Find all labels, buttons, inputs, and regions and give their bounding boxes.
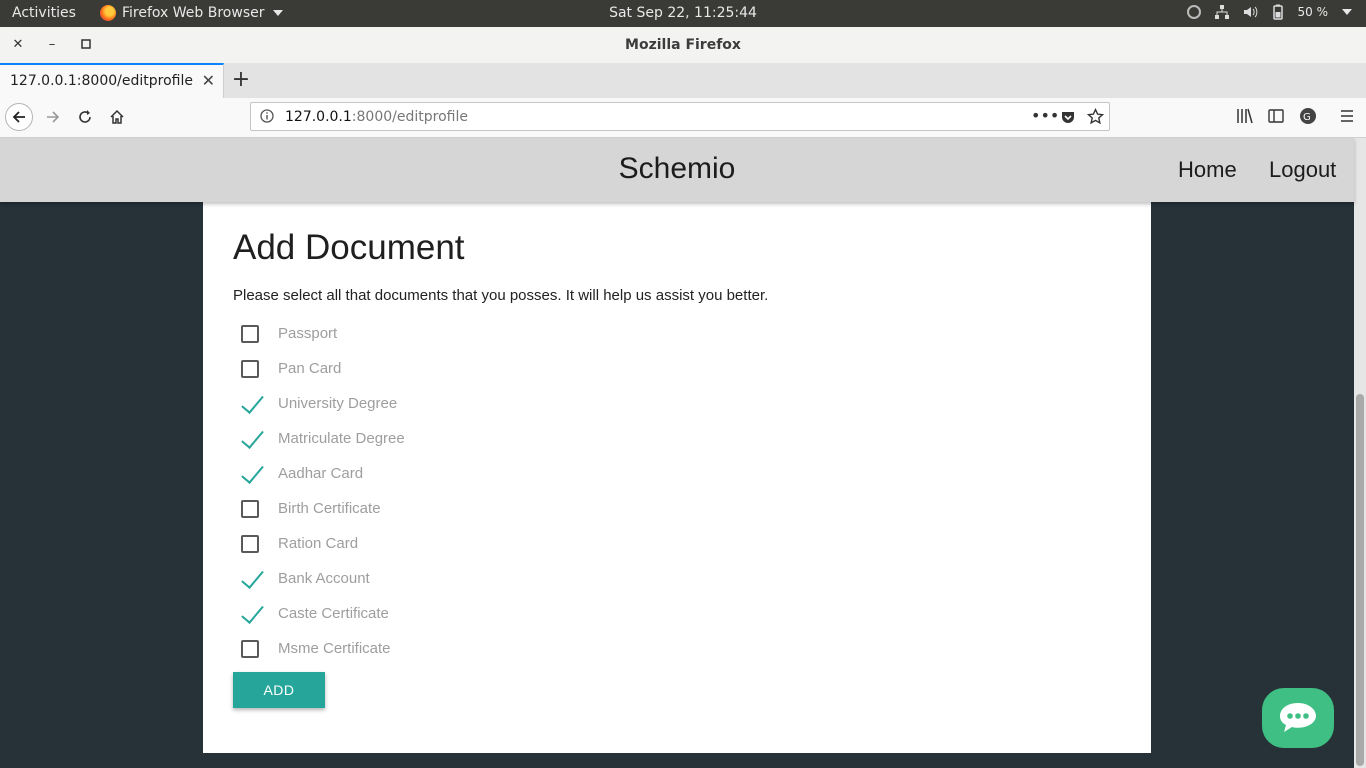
forward-button[interactable] xyxy=(39,103,67,131)
checkbox-checked-icon[interactable] xyxy=(241,605,259,623)
document-option-label: Aadhar Card xyxy=(278,465,364,482)
tab-editprofile[interactable]: 127.0.0.1:8000/editprofile ✕ xyxy=(0,63,224,98)
document-option-label: Caste Certificate xyxy=(278,605,389,622)
document-option-label: Passport xyxy=(278,325,338,342)
battery-icon xyxy=(1272,4,1283,20)
forward-arrow-icon xyxy=(47,111,60,123)
back-arrow-icon xyxy=(5,103,33,131)
document-option[interactable]: University Degree xyxy=(241,386,405,421)
nav-logout-link[interactable]: Logout xyxy=(1269,157,1336,183)
document-option[interactable]: Passport xyxy=(241,316,405,351)
chat-button[interactable] xyxy=(1262,688,1334,748)
document-option-label: University Degree xyxy=(278,395,398,412)
add-document-card: Add Document Please select all that docu… xyxy=(203,202,1151,753)
window-close-icon[interactable]: ✕ xyxy=(9,35,27,53)
system-tray[interactable]: 50 % xyxy=(1186,4,1352,20)
scrollbar-thumb[interactable] xyxy=(1356,394,1364,766)
window-minimize-icon[interactable]: – xyxy=(43,35,61,53)
nav-home-link[interactable]: Home xyxy=(1178,157,1237,183)
network-icon xyxy=(1214,5,1229,19)
back-button[interactable] xyxy=(5,103,33,131)
page-viewport: Schemio Home Logout Add Document Please … xyxy=(0,138,1366,768)
checkbox-checked-icon[interactable] xyxy=(241,395,259,413)
checkbox-unchecked-icon[interactable] xyxy=(241,324,259,343)
window-title: Mozilla Firefox xyxy=(625,37,741,53)
checkbox-checked-icon[interactable] xyxy=(241,465,259,483)
battery-percent: 50 % xyxy=(1297,5,1329,19)
reload-button[interactable] xyxy=(71,103,99,131)
checkbox-unchecked-icon[interactable] xyxy=(241,534,259,553)
url-text[interactable]: 127.0.0.1:8000/editprofile xyxy=(285,109,468,125)
checkbox-unchecked-icon[interactable] xyxy=(241,639,259,658)
document-option[interactable]: Caste Certificate xyxy=(241,596,405,631)
info-icon[interactable] xyxy=(260,109,274,123)
tab-strip: 127.0.0.1:8000/editprofile ✕ + xyxy=(0,63,1366,99)
navigation-toolbar: 127.0.0.1:8000/editprofile ••• G xyxy=(0,98,1366,138)
app-menu-label: Firefox Web Browser xyxy=(122,5,265,21)
page-title: Add Document xyxy=(233,228,465,267)
document-option[interactable]: Ration Card xyxy=(241,526,405,561)
window-maximize-icon[interactable] xyxy=(77,35,95,53)
sidebar-icon[interactable] xyxy=(1267,107,1285,125)
hamburger-menu-icon[interactable] xyxy=(1338,107,1356,125)
home-button[interactable] xyxy=(103,103,131,131)
checkbox-checked-icon[interactable] xyxy=(241,430,259,448)
form-instructions: Please select all that documents that yo… xyxy=(233,287,769,304)
document-option[interactable]: Aadhar Card xyxy=(241,456,405,491)
new-tab-icon[interactable]: + xyxy=(230,67,252,92)
tab-title: 127.0.0.1:8000/editprofile xyxy=(10,73,193,89)
document-checkbox-list: Passport Pan Card University Degree Matricu… xyxy=(241,316,405,666)
document-option-label: Matriculate Degree xyxy=(278,430,405,447)
firefox-icon xyxy=(100,5,116,21)
chevron-down-icon xyxy=(1342,9,1352,15)
reload-icon xyxy=(79,110,91,123)
home-icon xyxy=(110,109,124,124)
checkbox-checked-icon[interactable] xyxy=(241,570,259,588)
extension-icon[interactable]: G xyxy=(1299,107,1317,125)
activities-button[interactable]: Activities xyxy=(12,5,76,21)
document-option-label: Pan Card xyxy=(278,360,342,377)
document-option[interactable]: Bank Account xyxy=(241,561,405,596)
system-top-bar: Activities Firefox Web Browser Sat Sep 2… xyxy=(0,0,1366,27)
window-titlebar: ✕ – Mozilla Firefox xyxy=(0,27,1366,64)
url-bar[interactable]: 127.0.0.1:8000/editprofile ••• xyxy=(250,102,1110,131)
document-option-label: Msme Certificate xyxy=(278,640,391,657)
document-option[interactable]: Matriculate Degree xyxy=(241,421,405,456)
document-option-label: Bank Account xyxy=(278,570,370,587)
site-brand[interactable]: Schemio xyxy=(0,152,1354,186)
bookmark-star-icon[interactable] xyxy=(1087,108,1104,125)
url-path: :8000/editprofile xyxy=(351,109,468,125)
add-button[interactable]: ADD xyxy=(233,672,325,708)
document-option-label: Birth Certificate xyxy=(278,500,381,517)
checkbox-unchecked-icon[interactable] xyxy=(241,499,259,518)
sync-icon xyxy=(1186,5,1201,19)
volume-icon xyxy=(1243,6,1257,18)
url-host: 127.0.0.1 xyxy=(285,109,352,125)
checkbox-unchecked-icon[interactable] xyxy=(241,359,259,378)
document-option[interactable]: Msme Certificate xyxy=(241,631,405,666)
close-tab-icon[interactable]: ✕ xyxy=(202,71,215,90)
library-icon[interactable] xyxy=(1236,107,1254,125)
site-header: Schemio Home Logout xyxy=(0,138,1354,202)
pocket-icon[interactable] xyxy=(1060,109,1076,125)
app-menu[interactable]: Firefox Web Browser xyxy=(100,5,283,21)
page-scrollbar[interactable] xyxy=(1354,138,1366,768)
svg-text:G: G xyxy=(1303,112,1311,123)
page-actions-icon[interactable]: ••• xyxy=(1031,106,1059,125)
document-option-label: Ration Card xyxy=(278,535,359,552)
document-option[interactable]: Pan Card xyxy=(241,351,405,386)
document-option[interactable]: Birth Certificate xyxy=(241,491,405,526)
chevron-down-icon xyxy=(272,10,283,16)
chat-bubble-icon xyxy=(1280,703,1316,732)
